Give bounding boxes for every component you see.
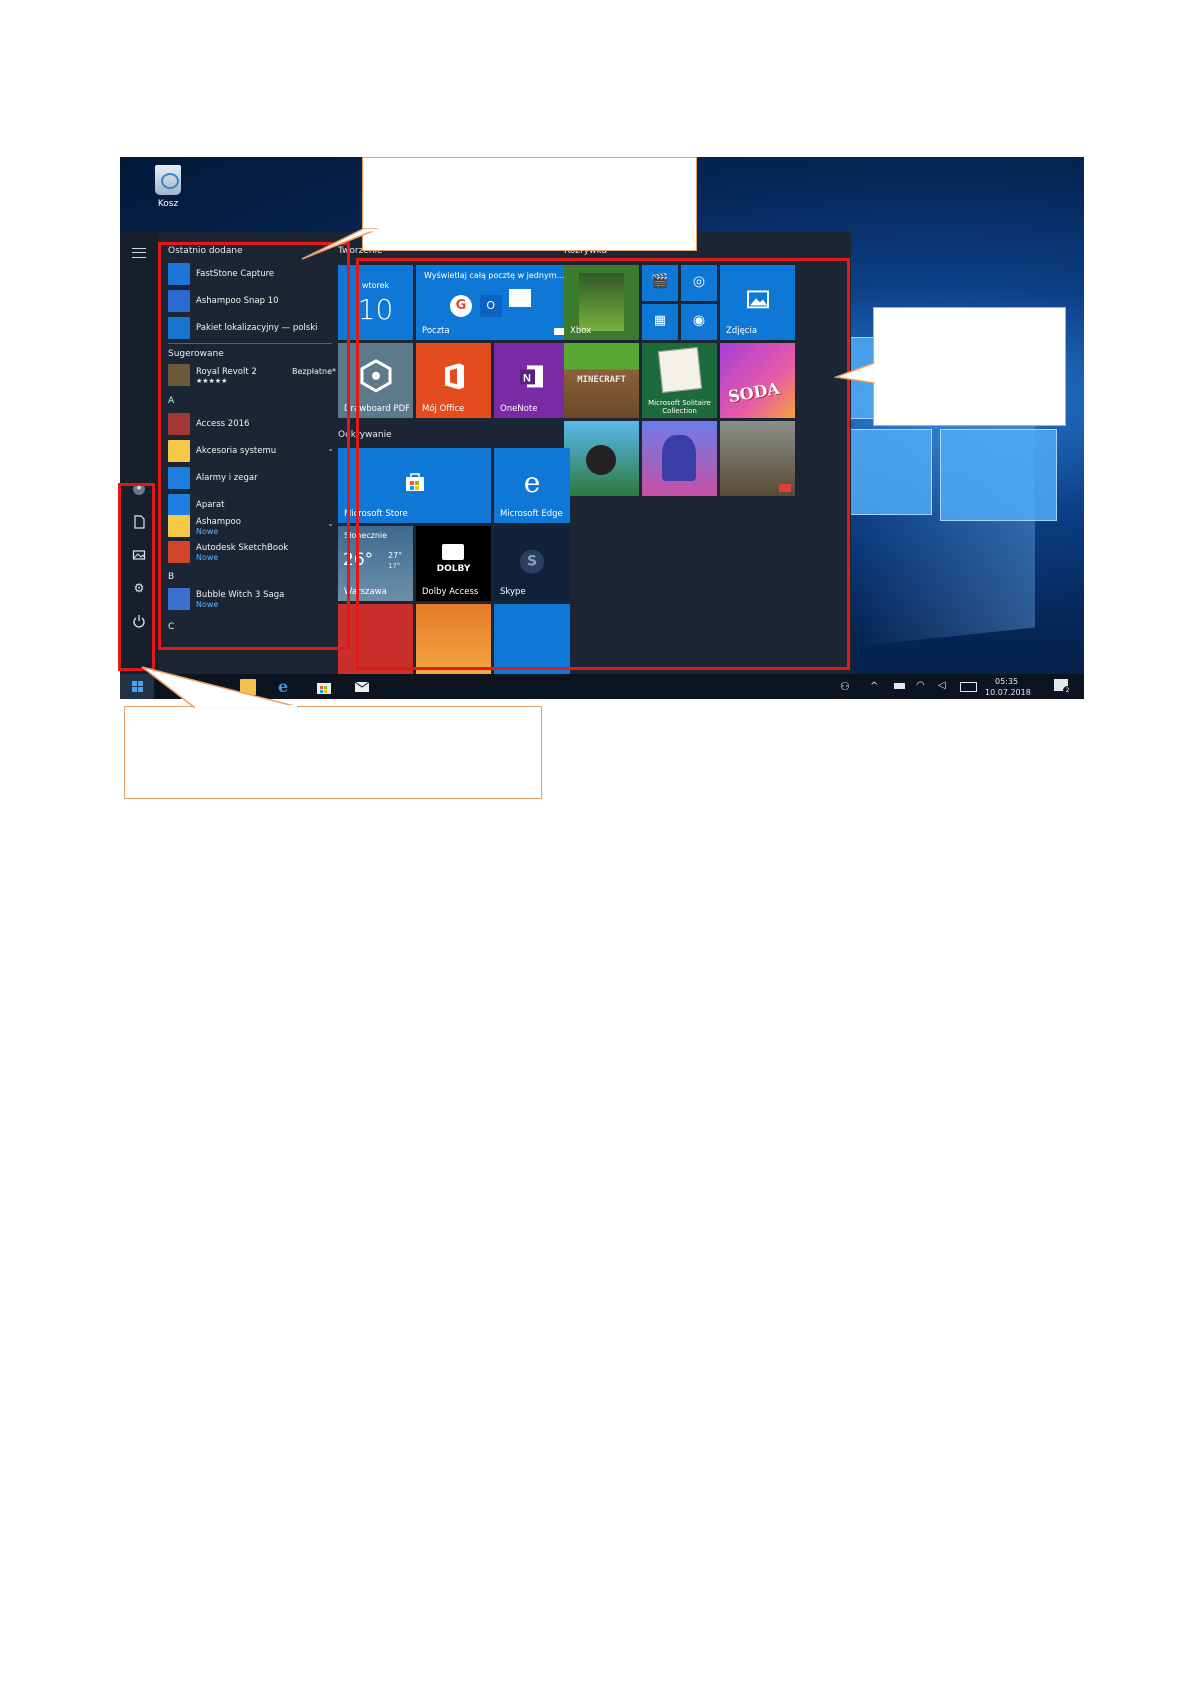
callout-bottom <box>124 706 542 799</box>
keyboard-icon[interactable] <box>960 682 977 692</box>
windows-logo-pane <box>940 429 1057 521</box>
notification-count: 2 <box>1063 686 1072 695</box>
clock-date[interactable]: 10.07.2018 <box>985 688 1031 697</box>
notification-center-icon[interactable]: 2 <box>1054 679 1072 695</box>
volume-icon[interactable]: ◁ <box>938 680 946 691</box>
recycle-bin-label: Kosz <box>157 199 179 209</box>
hamburger-menu-icon[interactable] <box>132 248 146 258</box>
recycle-bin-icon <box>155 165 181 195</box>
callout-right <box>873 307 1066 426</box>
callout-top <box>362 157 697 251</box>
tiles-highlight <box>356 258 850 670</box>
battery-icon[interactable] <box>894 683 905 689</box>
people-icon[interactable]: ⚇ <box>840 680 850 693</box>
callout-bottom-pointer <box>141 666 299 708</box>
chevron-up-icon[interactable]: ^ <box>870 681 878 692</box>
mail-icon[interactable] <box>354 679 370 695</box>
rail-highlight <box>118 483 155 671</box>
recycle-bin[interactable]: Kosz <box>148 165 188 209</box>
callout-right-pointer <box>834 361 876 384</box>
clock-time[interactable]: 05:35 <box>995 677 1018 686</box>
wifi-icon[interactable]: ◠ <box>916 680 925 691</box>
app-list-highlight <box>158 242 350 650</box>
callout-top-pointer <box>301 228 379 260</box>
